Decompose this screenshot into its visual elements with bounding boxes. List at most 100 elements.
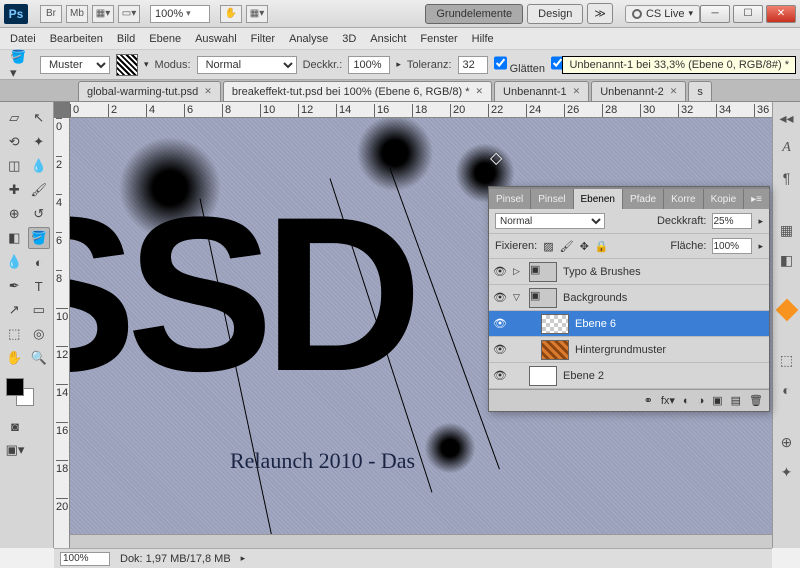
screen-mode-button[interactable]: ▭▾ <box>118 5 140 23</box>
panel-tab-korre[interactable]: Korre <box>664 189 703 209</box>
visibility-icon[interactable]: 👁 <box>493 343 507 356</box>
scrollbar-horizontal[interactable] <box>70 534 772 548</box>
workspace-design[interactable]: Design <box>527 4 583 24</box>
blur-tool[interactable]: 💧 <box>3 251 26 273</box>
group-icon[interactable]: ▣ <box>712 394 722 407</box>
menu-analyse[interactable]: Analyse <box>289 33 328 45</box>
lasso-tool[interactable]: ⟲ <box>3 131 26 153</box>
bucket-tool[interactable]: 🪣 <box>28 227 51 249</box>
mask-icon[interactable]: ◐ <box>683 395 690 407</box>
dodge-tool[interactable]: ◐ <box>28 251 51 273</box>
layer-row[interactable]: 👁▽▣Backgrounds <box>489 285 769 311</box>
visibility-icon[interactable]: 👁 <box>493 291 507 304</box>
menu-fenster[interactable]: Fenster <box>420 33 457 45</box>
styles-panel-icon[interactable] <box>775 299 798 322</box>
pattern-swatch[interactable] <box>116 54 138 76</box>
bridge-button[interactable]: Br <box>40 5 62 23</box>
lock-transparent-icon[interactable]: ▨ <box>543 240 553 253</box>
visibility-icon[interactable]: 👁 <box>493 369 507 382</box>
eyedropper-tool[interactable]: 💧 <box>28 155 51 177</box>
wand-tool[interactable]: ✦ <box>28 131 51 153</box>
paragraph-panel-icon[interactable]: ¶ <box>777 168 797 188</box>
layer-thumb[interactable] <box>541 340 569 360</box>
file-tab[interactable]: breakeffekt-tut.psd bei 100% (Ebene 6, R… <box>223 81 492 101</box>
hand-button[interactable]: ✋ <box>220 5 242 23</box>
panel-menu-icon[interactable]: ▸≡ <box>744 189 770 209</box>
history-brush-tool[interactable]: ↺ <box>28 203 51 225</box>
type-panel-icon[interactable]: A <box>777 138 797 158</box>
3d-panel-icon[interactable]: ⬚ <box>777 350 797 370</box>
current-tool-icon[interactable]: 🪣▾ <box>9 54 33 76</box>
panel-tab-kopie[interactable]: Kopie <box>704 189 745 209</box>
zoom-tool[interactable]: 🔍 <box>28 347 51 369</box>
opacity-input[interactable] <box>348 56 390 74</box>
status-zoom-input[interactable] <box>60 552 110 566</box>
move-tool[interactable]: ▱ <box>3 107 26 129</box>
fill-type-select[interactable]: Muster <box>40 56 110 74</box>
close-button[interactable]: ✕ <box>766 5 796 23</box>
menu-filter[interactable]: Filter <box>251 33 275 45</box>
type-tool[interactable]: T <box>28 275 51 297</box>
doc-arrange-button[interactable]: ▦▾ <box>92 5 114 23</box>
layer-opacity-input[interactable] <box>712 213 752 229</box>
panel-tab-ebenen[interactable]: Ebenen <box>574 189 623 209</box>
fill-input[interactable] <box>712 238 752 254</box>
file-tab[interactable]: Unbenannt-1✕ <box>494 81 589 101</box>
layer-thumb[interactable] <box>541 314 569 334</box>
layer-row[interactable]: 👁Ebene 2 <box>489 363 769 389</box>
ruler-vertical[interactable]: 02468101214161820 <box>54 118 70 548</box>
navigator-panel-icon[interactable]: ✦ <box>777 462 797 482</box>
lock-move-icon[interactable]: ✥ <box>580 240 589 253</box>
menu-ebene[interactable]: Ebene <box>149 33 181 45</box>
menu-3d[interactable]: 3D <box>342 33 356 45</box>
link-layers-icon[interactable]: ⚭ <box>644 394 653 407</box>
file-tab[interactable]: s <box>688 81 712 101</box>
minimize-button[interactable]: ─ <box>700 5 730 23</box>
selection-tool[interactable]: ↖ <box>28 107 51 129</box>
pen-tool[interactable]: ✒ <box>3 275 26 297</box>
menu-auswahl[interactable]: Auswahl <box>195 33 237 45</box>
extras-button[interactable]: ▦▾ <box>246 5 268 23</box>
dock-expand-icon[interactable]: ◂◂ <box>777 108 797 128</box>
shape-tool[interactable]: ▭ <box>28 299 51 321</box>
tolerance-input[interactable] <box>458 56 488 74</box>
maximize-button[interactable]: ☐ <box>733 5 763 23</box>
visibility-icon[interactable]: 👁 <box>493 265 507 278</box>
layer-row[interactable]: 👁Hintergrundmuster <box>489 337 769 363</box>
new-layer-icon[interactable]: ▤ <box>731 394 741 407</box>
close-tab-icon[interactable]: ✕ <box>670 86 678 97</box>
camera-tool[interactable]: ◎ <box>28 323 51 345</box>
visibility-icon[interactable]: 👁 <box>493 317 507 330</box>
layer-row[interactable]: 👁Ebene 6 <box>489 311 769 337</box>
folder-arrow-icon[interactable]: ▽ <box>513 292 523 303</box>
close-tab-icon[interactable]: ✕ <box>204 86 212 97</box>
menu-datei[interactable]: Datei <box>10 33 36 45</box>
heal-tool[interactable]: ✚ <box>3 179 26 201</box>
color-panel-icon[interactable]: ◧ <box>777 250 797 270</box>
menu-bearbeiten[interactable]: Bearbeiten <box>50 33 103 45</box>
screenmode-toggle[interactable]: ▣▾ <box>3 439 27 461</box>
close-tab-icon[interactable]: ✕ <box>573 86 581 97</box>
layer-row[interactable]: 👁▷▣Typo & Brushes <box>489 259 769 285</box>
path-tool[interactable]: ↗ <box>3 299 26 321</box>
hand-tool[interactable]: ✋ <box>3 347 26 369</box>
layer-blend-select[interactable]: Normal <box>495 213 605 229</box>
adjustments-panel-icon[interactable]: ◐ <box>777 380 797 400</box>
close-tab-icon[interactable]: ✕ <box>475 86 483 97</box>
panel-tab-pfade[interactable]: Pfade <box>623 189 664 209</box>
eraser-tool[interactable]: ◧ <box>3 227 26 249</box>
adjustment-layer-icon[interactable]: ◑ <box>698 395 705 407</box>
blend-mode-select[interactable]: Normal <box>197 56 297 74</box>
panel-tab-pinsel[interactable]: Pinsel <box>489 189 531 209</box>
folder-arrow-icon[interactable]: ▷ <box>513 266 523 277</box>
ps-logo[interactable]: Ps <box>4 4 28 24</box>
ruler-horizontal[interactable]: 024681012141618202224262830323436 <box>70 102 772 118</box>
color-swatches[interactable] <box>2 378 51 408</box>
stamp-tool[interactable]: ⊕ <box>3 203 26 225</box>
menu-ansicht[interactable]: Ansicht <box>370 33 406 45</box>
swatches-panel-icon[interactable]: ▦ <box>777 220 797 240</box>
3d-tool[interactable]: ⬚ <box>3 323 26 345</box>
antialias-check[interactable]: Glätten <box>494 54 546 75</box>
panel-tab-pinsel[interactable]: Pinsel <box>531 189 573 209</box>
workspace-grundelemente[interactable]: Grundelemente <box>425 4 523 24</box>
